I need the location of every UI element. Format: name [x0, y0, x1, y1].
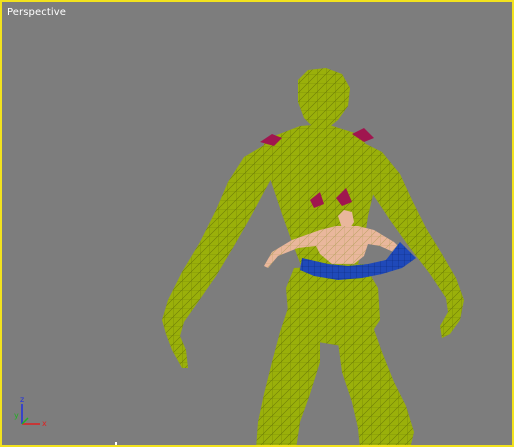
wireframe-mannequin-icon[interactable]	[162, 68, 464, 447]
x-axis-label: x	[42, 419, 47, 428]
y-axis-label: y	[14, 411, 19, 420]
perspective-viewport[interactable]: Perspective z y x	[0, 0, 514, 447]
bottom-tick	[115, 442, 117, 445]
y-axis-line	[21, 417, 29, 425]
scene-canvas[interactable]	[2, 2, 514, 447]
axis-gizmo: z y x	[12, 394, 52, 434]
z-axis-label: z	[20, 395, 24, 404]
